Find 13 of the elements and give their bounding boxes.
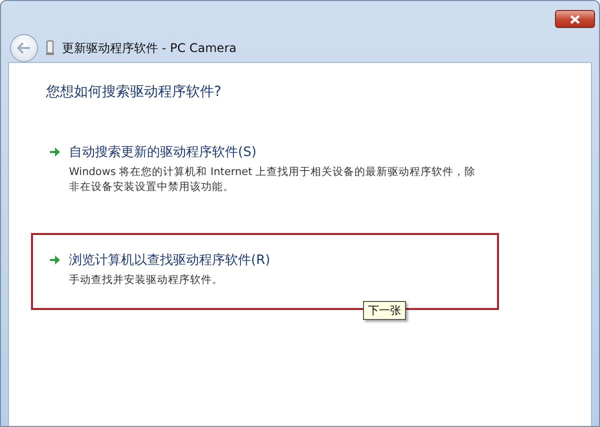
option-description: 手动查找并安装驱动程序软件。 <box>69 273 224 288</box>
close-button[interactable] <box>555 10 595 28</box>
back-arrow-icon <box>17 42 31 54</box>
option-link[interactable]: 浏览计算机以查找驱动程序软件(R) <box>69 251 479 269</box>
option-link[interactable]: 自动搜索更新的驱动程序软件(S) <box>69 143 479 161</box>
tooltip: 下一张 <box>363 301 406 320</box>
close-icon <box>570 14 580 24</box>
arrow-icon <box>49 146 61 158</box>
heading: 您想如何搜索驱动程序软件? <box>46 83 222 101</box>
option-description: Windows 将在您的计算机和 Internet 上查找用于相关设备的最新驱动程序软件，除非在设备安装设置中禁用该功能。 <box>69 165 477 195</box>
arrow-icon <box>49 254 61 266</box>
window-title: 更新驱动程序软件 - PC Camera <box>62 40 236 56</box>
device-icon <box>46 40 54 56</box>
